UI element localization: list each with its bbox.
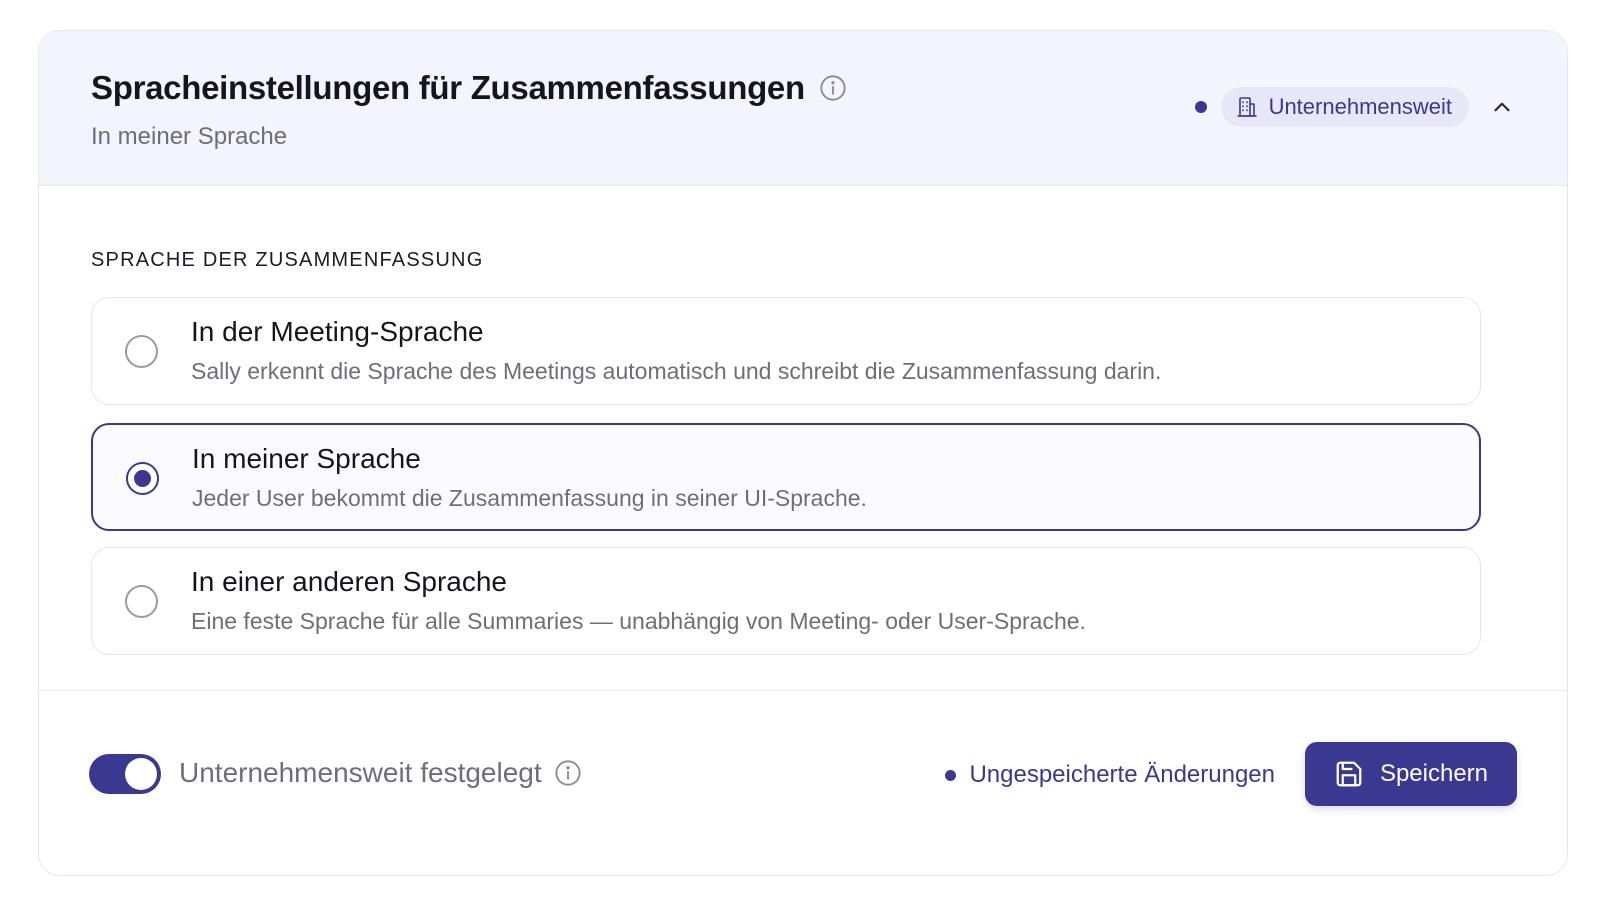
unsaved-dot bbox=[945, 769, 957, 781]
footer-divider bbox=[39, 690, 1567, 691]
option-meeting-language[interactable]: In der Meeting-Sprache Sally erkennt die… bbox=[91, 297, 1481, 405]
option-description: Eine feste Sprache für alle Summaries — … bbox=[191, 608, 1086, 634]
option-other-language[interactable]: In einer anderen Sprache Eine feste Spra… bbox=[91, 547, 1481, 655]
card-header[interactable]: Spracheinstellungen für Zusammenfassunge… bbox=[39, 31, 1567, 186]
option-description: Jeder User bekommt die Zusammenfassung i… bbox=[192, 485, 867, 511]
unsaved-text: Ungespeicherte Änderungen bbox=[969, 761, 1275, 788]
chevron-up-icon[interactable] bbox=[1489, 94, 1515, 120]
building-icon bbox=[1235, 95, 1259, 119]
language-settings-card: Spracheinstellungen für Zusammenfassunge… bbox=[38, 30, 1568, 876]
unsaved-changes-indicator: Ungespeicherte Änderungen bbox=[945, 761, 1275, 789]
option-title: In meiner Sprache bbox=[192, 443, 421, 474]
status-dot bbox=[1194, 101, 1207, 113]
info-icon[interactable] bbox=[819, 74, 847, 102]
card-title: Spracheinstellungen für Zusammenfassunge… bbox=[91, 69, 805, 106]
radio-button[interactable] bbox=[125, 335, 158, 368]
toggle-knob bbox=[125, 758, 157, 790]
option-title: In der Meeting-Sprache bbox=[191, 316, 484, 347]
scope-badge: Unternehmensweit bbox=[1220, 87, 1469, 127]
toggle-label: Unternehmensweit festgelegt bbox=[179, 757, 542, 788]
radio-button-selected[interactable] bbox=[126, 462, 159, 495]
header-right: Unternehmensweit bbox=[1194, 87, 1515, 127]
toggle-label-row: Unternehmensweit festgelegt bbox=[179, 757, 582, 789]
scope-badge-label: Unternehmensweit bbox=[1268, 94, 1452, 119]
option-title: In einer anderen Sprache bbox=[191, 566, 507, 597]
floppy-disk-icon bbox=[1334, 759, 1364, 789]
option-description: Sally erkennt die Sprache des Meetings a… bbox=[191, 358, 1162, 384]
save-button-label: Speichern bbox=[1379, 760, 1489, 787]
title-row: Spracheinstellungen für Zusammenfassunge… bbox=[91, 69, 847, 107]
section-label: SPRACHE DER ZUSAMMENFASSUNG bbox=[91, 249, 484, 271]
card-subtitle: In meiner Sprache bbox=[91, 123, 288, 150]
radio-button[interactable] bbox=[125, 585, 158, 618]
company-wide-toggle[interactable] bbox=[89, 754, 161, 794]
info-icon[interactable] bbox=[554, 759, 582, 787]
option-my-language[interactable]: In meiner Sprache Jeder User bekommt die… bbox=[91, 423, 1481, 531]
save-button[interactable]: Speichern bbox=[1305, 742, 1517, 806]
